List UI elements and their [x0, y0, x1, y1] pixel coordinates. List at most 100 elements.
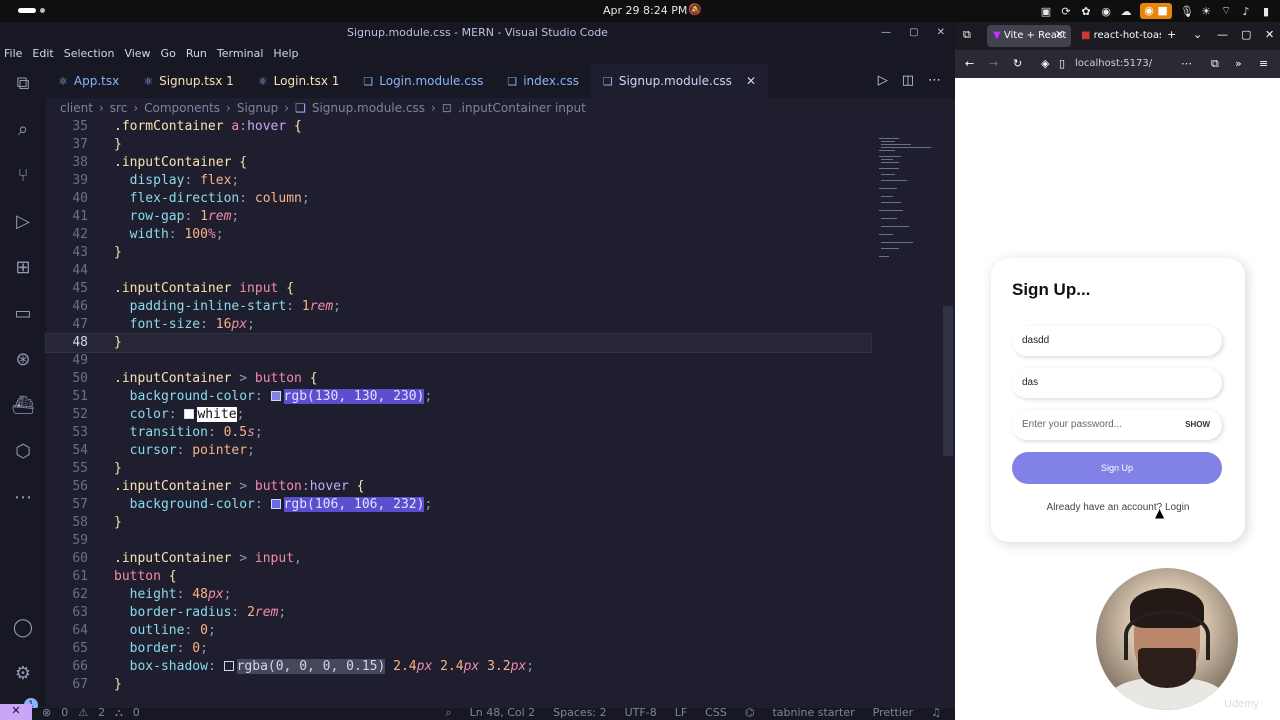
login-link[interactable]: Already have an account? Login: [991, 502, 1245, 513]
menu-run[interactable]: Run: [186, 44, 207, 64]
color-swatch[interactable]: [270, 391, 281, 401]
account-icon[interactable]: ◯: [11, 616, 35, 640]
color-swatch[interactable]: [223, 661, 234, 671]
tab-overflow-icon[interactable]: ⌄: [1193, 28, 1202, 41]
menu-terminal[interactable]: Terminal: [217, 44, 264, 64]
maximize-icon[interactable]: ▢: [909, 22, 918, 44]
page-actions-icon[interactable]: ⋯: [1181, 57, 1192, 70]
prettier-status[interactable]: Prettier: [873, 706, 913, 720]
encoding[interactable]: UTF-8: [625, 706, 657, 720]
notifications-bell-icon[interactable]: ♫: [931, 706, 941, 720]
close-tab-icon[interactable]: ✕: [1055, 28, 1064, 41]
vpn-icon[interactable]: ◉: [1100, 5, 1112, 18]
ports-count[interactable]: 0: [133, 706, 140, 720]
remote-indicator-icon[interactable]: ✕: [0, 704, 32, 720]
errors-icon[interactable]: ⊗: [42, 706, 51, 720]
volume-icon[interactable]: ♪: [1240, 5, 1252, 18]
workspace-indicator[interactable]: [18, 8, 36, 13]
screen-record-icon[interactable]: ◉ ■: [1140, 3, 1172, 19]
tab-login-tsx[interactable]: ⚛ Login.tsx 1: [246, 64, 352, 98]
clock-time[interactable]: 8:24 PM: [643, 4, 687, 17]
close-tab-icon[interactable]: ✕: [746, 74, 756, 88]
breadcrumb-item[interactable]: client: [60, 98, 93, 118]
breadcrumb-item[interactable]: Signup: [237, 98, 278, 118]
clock-date[interactable]: Apr 29: [603, 4, 640, 17]
sync-icon[interactable]: ⟳: [1060, 5, 1072, 18]
breadcrumb-item[interactable]: .inputContainer input: [458, 98, 586, 118]
settings-icon[interactable]: ✿: [1080, 5, 1092, 18]
color-swatch[interactable]: [184, 409, 195, 419]
battery-icon[interactable]: ▮: [1260, 5, 1272, 18]
menu-selection[interactable]: Selection: [64, 44, 115, 64]
cloud-icon[interactable]: ☁: [1120, 5, 1132, 18]
source-control-icon[interactable]: ⑂: [11, 164, 35, 188]
notifications-off-icon[interactable]: 🔕: [688, 3, 702, 16]
minimize-icon[interactable]: —: [1217, 28, 1228, 41]
language-mode[interactable]: CSS: [705, 706, 727, 720]
minimize-icon[interactable]: —: [881, 22, 891, 44]
zoom-icon[interactable]: ⌕: [445, 706, 451, 720]
shield-icon[interactable]: ◈: [1041, 57, 1049, 70]
brightness-icon[interactable]: ☀: [1200, 5, 1212, 18]
address-bar[interactable]: localhost:5173/: [1075, 55, 1185, 73]
tab-app-tsx[interactable]: ⚛ App.tsx: [46, 64, 131, 98]
extensions-icon[interactable]: ⊞: [11, 256, 35, 280]
ports-icon[interactable]: ⛬: [115, 706, 123, 720]
editor-scrollbar[interactable]: [943, 306, 953, 456]
forward-icon[interactable]: →: [989, 57, 998, 70]
menu-view[interactable]: View: [124, 44, 150, 64]
remote-explorer-icon[interactable]: ▭: [11, 302, 35, 326]
more-actions-icon[interactable]: ⋯: [928, 73, 941, 88]
name-input[interactable]: dasdd: [1012, 326, 1222, 356]
signup-button[interactable]: Sign Up: [1012, 452, 1222, 484]
git-graph-icon[interactable]: ⊛: [11, 348, 35, 372]
cursor-position[interactable]: Ln 48, Col 2: [470, 706, 536, 720]
email-input[interactable]: das: [1012, 368, 1222, 398]
menu-help[interactable]: Help: [273, 44, 298, 64]
breadcrumb-item[interactable]: Signup.module.css: [312, 98, 425, 118]
warnings-icon[interactable]: ⚠: [78, 706, 88, 720]
reload-icon[interactable]: ↻: [1013, 57, 1022, 70]
explorer-icon[interactable]: ⧉: [11, 72, 35, 96]
menu-edit[interactable]: Edit: [32, 44, 53, 64]
more-icon[interactable]: ⋯: [11, 486, 35, 510]
run-debug-icon[interactable]: ▷: [11, 210, 35, 234]
password-input[interactable]: Enter your password... SHOW: [1012, 410, 1222, 440]
hamburger-menu-icon[interactable]: ≡: [1259, 57, 1268, 70]
new-tab-icon[interactable]: +: [1167, 28, 1176, 41]
tab-list-icon[interactable]: ⧉: [963, 28, 971, 42]
show-password-button[interactable]: SHOW: [1185, 410, 1210, 440]
split-editor-icon[interactable]: ◫: [902, 73, 914, 88]
extension-icon[interactable]: ▣: [1040, 5, 1052, 18]
docker-icon[interactable]: ⛴: [11, 394, 35, 418]
warnings-count[interactable]: 2: [98, 706, 105, 720]
maximize-icon[interactable]: ▢: [1241, 28, 1251, 41]
close-icon[interactable]: ✕: [937, 22, 945, 44]
workspace-dot[interactable]: [40, 8, 45, 13]
tab-index-css[interactable]: ❏ index.css: [495, 64, 591, 98]
copilot-icon[interactable]: ⌬: [745, 706, 755, 720]
back-icon[interactable]: ←: [965, 57, 974, 70]
end-of-line[interactable]: LF: [675, 706, 687, 720]
microphone-icon[interactable]: 🎙: [1180, 5, 1194, 18]
indentation[interactable]: Spaces: 2: [553, 706, 606, 720]
wifi-icon[interactable]: ⌔: [1220, 4, 1232, 18]
menu-go[interactable]: Go: [161, 44, 176, 64]
code-editor[interactable]: 35 .formContainer a:hover { 37} 38 .inputC…: [45, 118, 872, 706]
color-swatch[interactable]: [270, 499, 281, 509]
testing-icon[interactable]: ⬡: [11, 440, 35, 464]
browser-tab-react-hot-toast[interactable]: ■ react-hot-toast: [1075, 25, 1161, 47]
tab-signup-tsx[interactable]: ⚛ Signup.tsx 1: [131, 64, 246, 98]
minimap[interactable]: [877, 136, 941, 266]
run-file-icon[interactable]: ▷: [878, 73, 888, 88]
tab-login-module-css[interactable]: ❏ Login.module.css: [351, 64, 495, 98]
breadcrumb-item[interactable]: Components: [144, 98, 220, 118]
menu-file[interactable]: File: [4, 44, 22, 64]
close-icon[interactable]: ✕: [1265, 28, 1274, 41]
errors-count[interactable]: 0: [61, 706, 68, 720]
breadcrumb-item[interactable]: src: [110, 98, 128, 118]
manage-gear-icon[interactable]: ⚙: [11, 662, 35, 686]
extensions-icon[interactable]: ⧉: [1211, 57, 1219, 71]
overflow-icon[interactable]: »: [1235, 57, 1242, 70]
search-icon[interactable]: ⌕: [11, 118, 35, 142]
